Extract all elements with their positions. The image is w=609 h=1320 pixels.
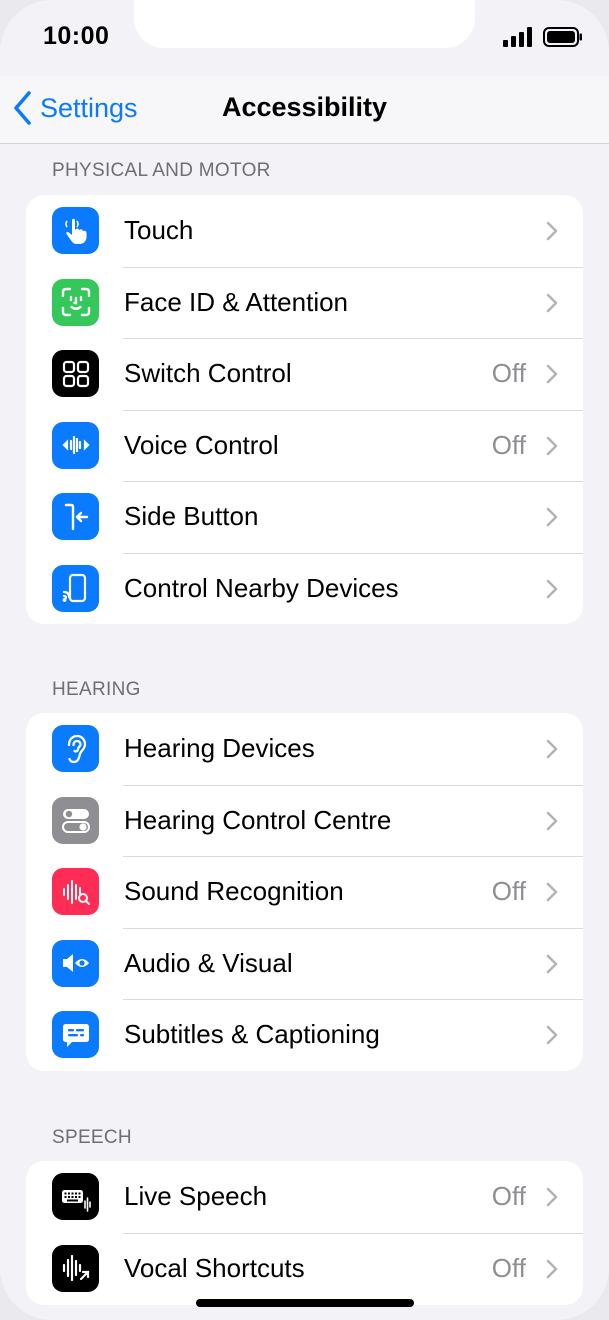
row-sound-recognition[interactable]: Sound Recognition Off <box>26 856 583 928</box>
row-label: Face ID & Attention <box>124 286 349 317</box>
chevron-right-icon <box>546 1025 558 1045</box>
phone-cast-icon <box>52 564 99 612</box>
chevron-right-icon <box>546 811 558 830</box>
row-value: Off <box>491 876 526 906</box>
chevron-right-icon <box>546 507 558 527</box>
row-voice-control[interactable]: Voice Control Off <box>26 409 583 482</box>
row-vocal-shortcuts[interactable]: Vocal Shortcuts Off <box>26 1232 583 1305</box>
side-button-icon <box>52 493 99 540</box>
row-label: Switch Control <box>124 358 292 388</box>
row-value: Off <box>491 1252 526 1283</box>
group-speech: Live Speech Off Vocal Shortcuts Off <box>26 1161 583 1305</box>
row-label: Audio & Visual <box>124 947 293 978</box>
speaker-eye-icon <box>52 939 99 987</box>
row-switch-control[interactable]: Switch Control Off <box>26 338 583 410</box>
chevron-right-icon <box>546 1187 558 1207</box>
section-header-hearing: HEARING <box>52 679 141 700</box>
chevron-right-icon <box>546 221 558 241</box>
sound-search-icon <box>52 868 99 915</box>
row-label: Subtitles & Captioning <box>124 1019 380 1049</box>
section-header-physical-and-motor: PHYSICAL AND MOTOR <box>52 160 271 181</box>
battery-icon <box>543 27 582 47</box>
row-touch[interactable]: Touch <box>26 195 583 267</box>
chevron-right-icon <box>546 739 558 759</box>
phone-screen: 10:00 Settings Accessibility PHYSICAL AN <box>0 0 609 1320</box>
row-label: Sound Recognition <box>124 876 344 906</box>
caption-bubble-icon <box>52 1011 99 1058</box>
chevron-right-icon <box>546 293 558 312</box>
row-hearing-control-centre[interactable]: Hearing Control Centre <box>26 784 583 857</box>
chevron-right-icon <box>546 436 558 455</box>
status-bar: 10:00 <box>0 0 609 76</box>
status-icons <box>503 27 583 47</box>
row-label: Voice Control <box>124 429 279 460</box>
row-subtitles-captioning[interactable]: Subtitles & Captioning <box>26 999 583 1071</box>
row-live-speech[interactable]: Live Speech Off <box>26 1161 583 1233</box>
wave-arrow-icon <box>52 1244 99 1292</box>
ear-icon <box>52 725 99 772</box>
page-title: Accessibility <box>221 92 388 122</box>
row-side-button[interactable]: Side Button <box>26 481 583 553</box>
hand-point-icon <box>52 207 99 254</box>
chevron-right-icon <box>546 364 558 384</box>
row-label: Vocal Shortcuts <box>124 1252 305 1283</box>
row-label: Side Button <box>124 501 259 531</box>
row-value: Off <box>491 429 526 460</box>
row-value: Off <box>491 1181 526 1211</box>
face-id-icon <box>52 278 99 326</box>
home-indicator[interactable] <box>196 1299 414 1307</box>
row-label: Control Nearby Devices <box>124 572 399 603</box>
row-label: Live Speech <box>124 1181 268 1211</box>
group-physical-and-motor: Touch Face ID & Attention Switch Control… <box>26 195 583 624</box>
keyboard-wave-icon <box>52 1173 99 1220</box>
section-header-speech: SPEECH <box>52 1127 132 1148</box>
row-label: Hearing Devices <box>124 733 315 763</box>
row-hearing-devices[interactable]: Hearing Devices <box>26 713 583 785</box>
cellular-signal-icon <box>503 27 532 47</box>
row-control-nearby-devices[interactable]: Control Nearby Devices <box>26 552 583 625</box>
status-time: 10:00 <box>43 22 110 50</box>
waveform-icon <box>52 421 99 469</box>
row-label: Touch <box>124 215 194 245</box>
row-label: Hearing Control Centre <box>124 804 392 835</box>
row-value: Off <box>491 358 526 388</box>
chevron-right-icon <box>546 1259 558 1278</box>
group-hearing: Hearing Devices Hearing Control Centre S… <box>26 713 583 1071</box>
chevron-right-icon <box>546 954 558 973</box>
navigation-bar: Settings Accessibility <box>0 76 609 144</box>
grid-icon <box>52 350 99 397</box>
chevron-right-icon <box>546 579 558 598</box>
row-audio-visual[interactable]: Audio & Visual <box>26 927 583 1000</box>
chevron-right-icon <box>546 882 558 902</box>
toggles-icon <box>52 796 99 844</box>
row-face-id-attention[interactable]: Face ID & Attention <box>26 266 583 339</box>
